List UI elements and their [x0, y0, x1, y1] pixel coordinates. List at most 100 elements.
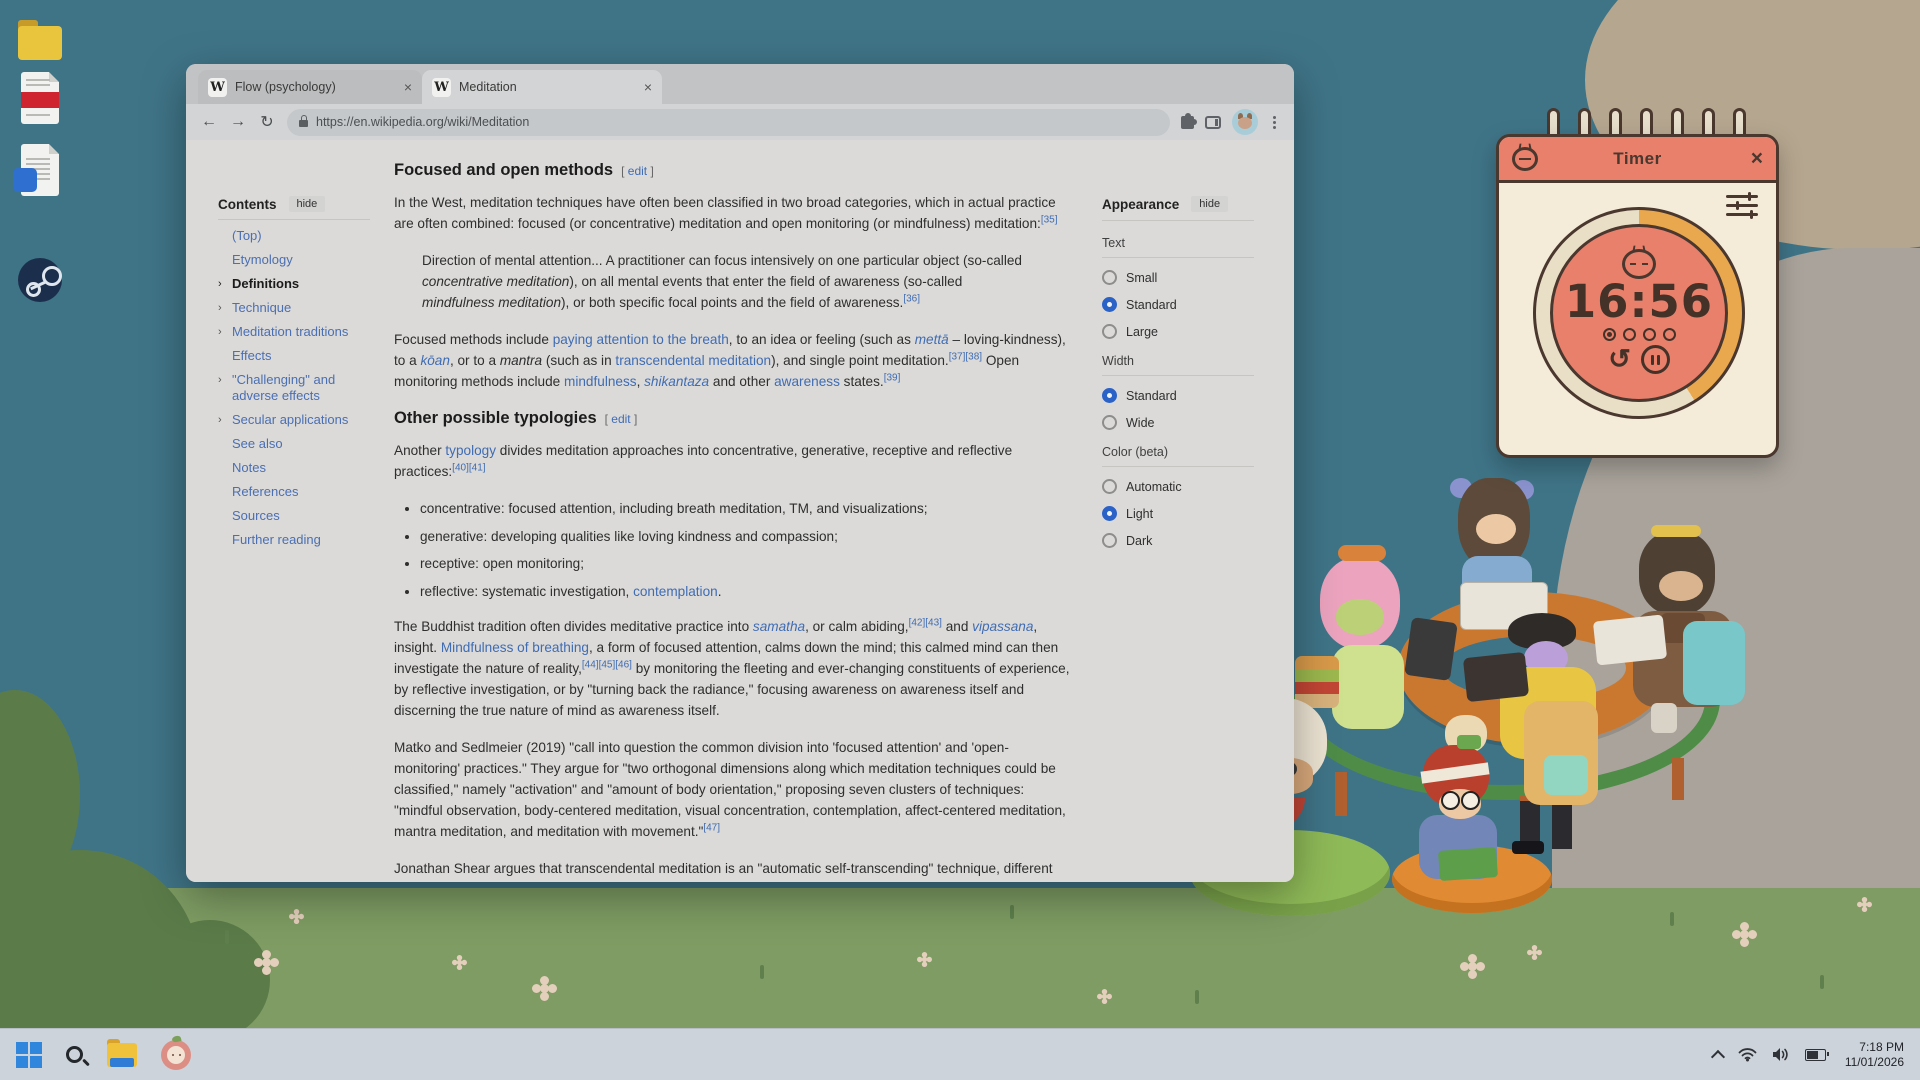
- radio-selected-icon[interactable]: [1102, 506, 1117, 521]
- toc-item[interactable]: ›"Challenging" and adverse effects: [218, 372, 394, 404]
- radio-icon[interactable]: [1102, 415, 1117, 430]
- desktop-icon-document-red[interactable]: [16, 72, 64, 120]
- radio-option[interactable]: Automatic: [1102, 479, 1254, 494]
- wiki-link[interactable]: contemplation: [633, 584, 718, 599]
- wiki-link[interactable]: mettā: [915, 332, 949, 347]
- close-icon[interactable]: ×: [644, 79, 652, 95]
- toc-item[interactable]: See also: [218, 436, 394, 452]
- grass-blade: [1820, 975, 1824, 989]
- taskbar-clock[interactable]: 7:18 PM 11/01/2026: [1845, 1040, 1904, 1070]
- tray-chevron-icon[interactable]: [1711, 1049, 1725, 1063]
- wifi-icon[interactable]: [1738, 1047, 1757, 1062]
- menu-icon[interactable]: [1273, 121, 1276, 124]
- radio-selected-icon[interactable]: [1102, 297, 1117, 312]
- pause-button[interactable]: [1641, 345, 1670, 374]
- radio-option[interactable]: Wide: [1102, 415, 1254, 430]
- toc-item[interactable]: ›Meditation traditions: [218, 324, 394, 340]
- speaker-icon[interactable]: [1772, 1047, 1790, 1062]
- toc-item[interactable]: ›Definitions: [218, 276, 394, 292]
- extensions-icon[interactable]: [1181, 116, 1194, 129]
- wiki-link[interactable]: [40][41]: [452, 462, 485, 473]
- paragraph: Matko and Sedlmeier (2019) "call into qu…: [394, 737, 1072, 842]
- desktop-icon-steam[interactable]: [16, 258, 64, 306]
- settings-sliders-icon[interactable]: [1726, 193, 1758, 219]
- tab-flow-psychology[interactable]: W Flow (psychology) ×: [198, 70, 422, 104]
- search-icon[interactable]: [66, 1046, 83, 1063]
- tab-meditation[interactable]: W Meditation ×: [422, 70, 662, 104]
- wiki-link[interactable]: paying attention to the breath: [553, 332, 729, 347]
- wiki-link[interactable]: [37][38]: [949, 351, 982, 362]
- timer-header[interactable]: Timer ×: [1499, 137, 1776, 183]
- toc-item[interactable]: References: [218, 484, 394, 500]
- wiki-link[interactable]: transcendental meditation: [615, 353, 771, 368]
- reload-icon[interactable]: ↻: [258, 112, 276, 132]
- wiki-link[interactable]: [44][45][46]: [582, 659, 632, 670]
- pomodoro-app-icon[interactable]: [161, 1040, 191, 1070]
- toc-spacer: [218, 532, 232, 548]
- group-title-text: Text: [1102, 236, 1254, 258]
- start-button[interactable]: [16, 1042, 42, 1068]
- radio-option[interactable]: Standard: [1102, 388, 1254, 403]
- wiki-link[interactable]: [36]: [903, 293, 920, 304]
- wiki-link[interactable]: awareness: [774, 374, 840, 389]
- desktop-icon-document-blue[interactable]: [16, 144, 64, 192]
- file-explorer-icon[interactable]: [107, 1043, 137, 1067]
- tablet: [1404, 617, 1458, 681]
- edit-link[interactable]: [ edit ]: [605, 412, 638, 426]
- toc-item-label: Technique: [232, 300, 368, 316]
- wiki-link[interactable]: samatha: [753, 619, 805, 634]
- desktop: W Flow (psychology) × W Meditation × ← →…: [0, 0, 1920, 1080]
- wiki-link[interactable]: shikantaza: [644, 374, 709, 389]
- chevron-icon[interactable]: ›: [218, 372, 232, 404]
- chevron-icon[interactable]: ›: [218, 276, 232, 292]
- wiki-link[interactable]: Mindfulness of breathing: [441, 640, 589, 655]
- forward-icon[interactable]: →: [229, 113, 247, 131]
- radio-icon[interactable]: [1102, 324, 1117, 339]
- radio-option[interactable]: Standard: [1102, 297, 1254, 312]
- back-icon[interactable]: ←: [200, 113, 218, 131]
- wiki-link[interactable]: [39]: [884, 372, 901, 383]
- toc-item[interactable]: (Top): [218, 228, 394, 244]
- radio-icon[interactable]: [1102, 533, 1117, 548]
- list-item: generative: developing qualities like lo…: [420, 526, 1072, 547]
- wiki-link[interactable]: mindfulness: [564, 374, 637, 389]
- profile-avatar[interactable]: [1232, 109, 1258, 135]
- toc-item[interactable]: ›Technique: [218, 300, 394, 316]
- close-icon[interactable]: ×: [404, 79, 412, 95]
- wiki-link[interactable]: [42][43]: [909, 617, 942, 628]
- radio-option[interactable]: Large: [1102, 324, 1254, 339]
- side-panel-icon[interactable]: [1205, 116, 1221, 129]
- chevron-icon[interactable]: ›: [218, 412, 232, 428]
- radio-icon[interactable]: [1102, 270, 1117, 285]
- radio-selected-icon[interactable]: [1102, 388, 1117, 403]
- toc-item[interactable]: Effects: [218, 348, 394, 364]
- toc-item[interactable]: Etymology: [218, 252, 394, 268]
- toc-item-label: Definitions: [232, 276, 368, 292]
- wiki-link[interactable]: typology: [445, 443, 496, 458]
- wiki-link[interactable]: edit: [611, 412, 630, 426]
- wiki-link[interactable]: [35]: [1041, 214, 1058, 225]
- toc-item[interactable]: ›Secular applications: [218, 412, 394, 428]
- desktop-icon-folder[interactable]: [16, 18, 64, 66]
- appearance-hide-button[interactable]: hide: [1191, 196, 1228, 212]
- edit-link[interactable]: [ edit ]: [621, 164, 654, 178]
- wiki-link[interactable]: [47]: [703, 822, 720, 833]
- chevron-icon[interactable]: ›: [218, 324, 232, 340]
- address-bar[interactable]: https://en.wikipedia.org/wiki/Meditation: [287, 109, 1170, 136]
- toc-item[interactable]: Sources: [218, 508, 394, 524]
- battery-icon[interactable]: [1805, 1049, 1826, 1061]
- toc-item[interactable]: Further reading: [218, 532, 394, 548]
- close-icon[interactable]: ×: [1751, 147, 1763, 171]
- radio-icon[interactable]: [1102, 479, 1117, 494]
- chevron-icon[interactable]: ›: [218, 300, 232, 316]
- wiki-link[interactable]: edit: [628, 164, 647, 178]
- wiki-link[interactable]: kōan: [420, 353, 449, 368]
- radio-option[interactable]: Small: [1102, 270, 1254, 285]
- toc-item[interactable]: Notes: [218, 460, 394, 476]
- radio-option[interactable]: Light: [1102, 506, 1254, 521]
- wiki-link[interactable]: vipassana: [972, 619, 1033, 634]
- radio-option[interactable]: Dark: [1102, 533, 1254, 548]
- toc-spacer: [218, 484, 232, 500]
- reset-button[interactable]: ↺: [1608, 346, 1631, 373]
- toc-hide-button[interactable]: hide: [289, 196, 326, 212]
